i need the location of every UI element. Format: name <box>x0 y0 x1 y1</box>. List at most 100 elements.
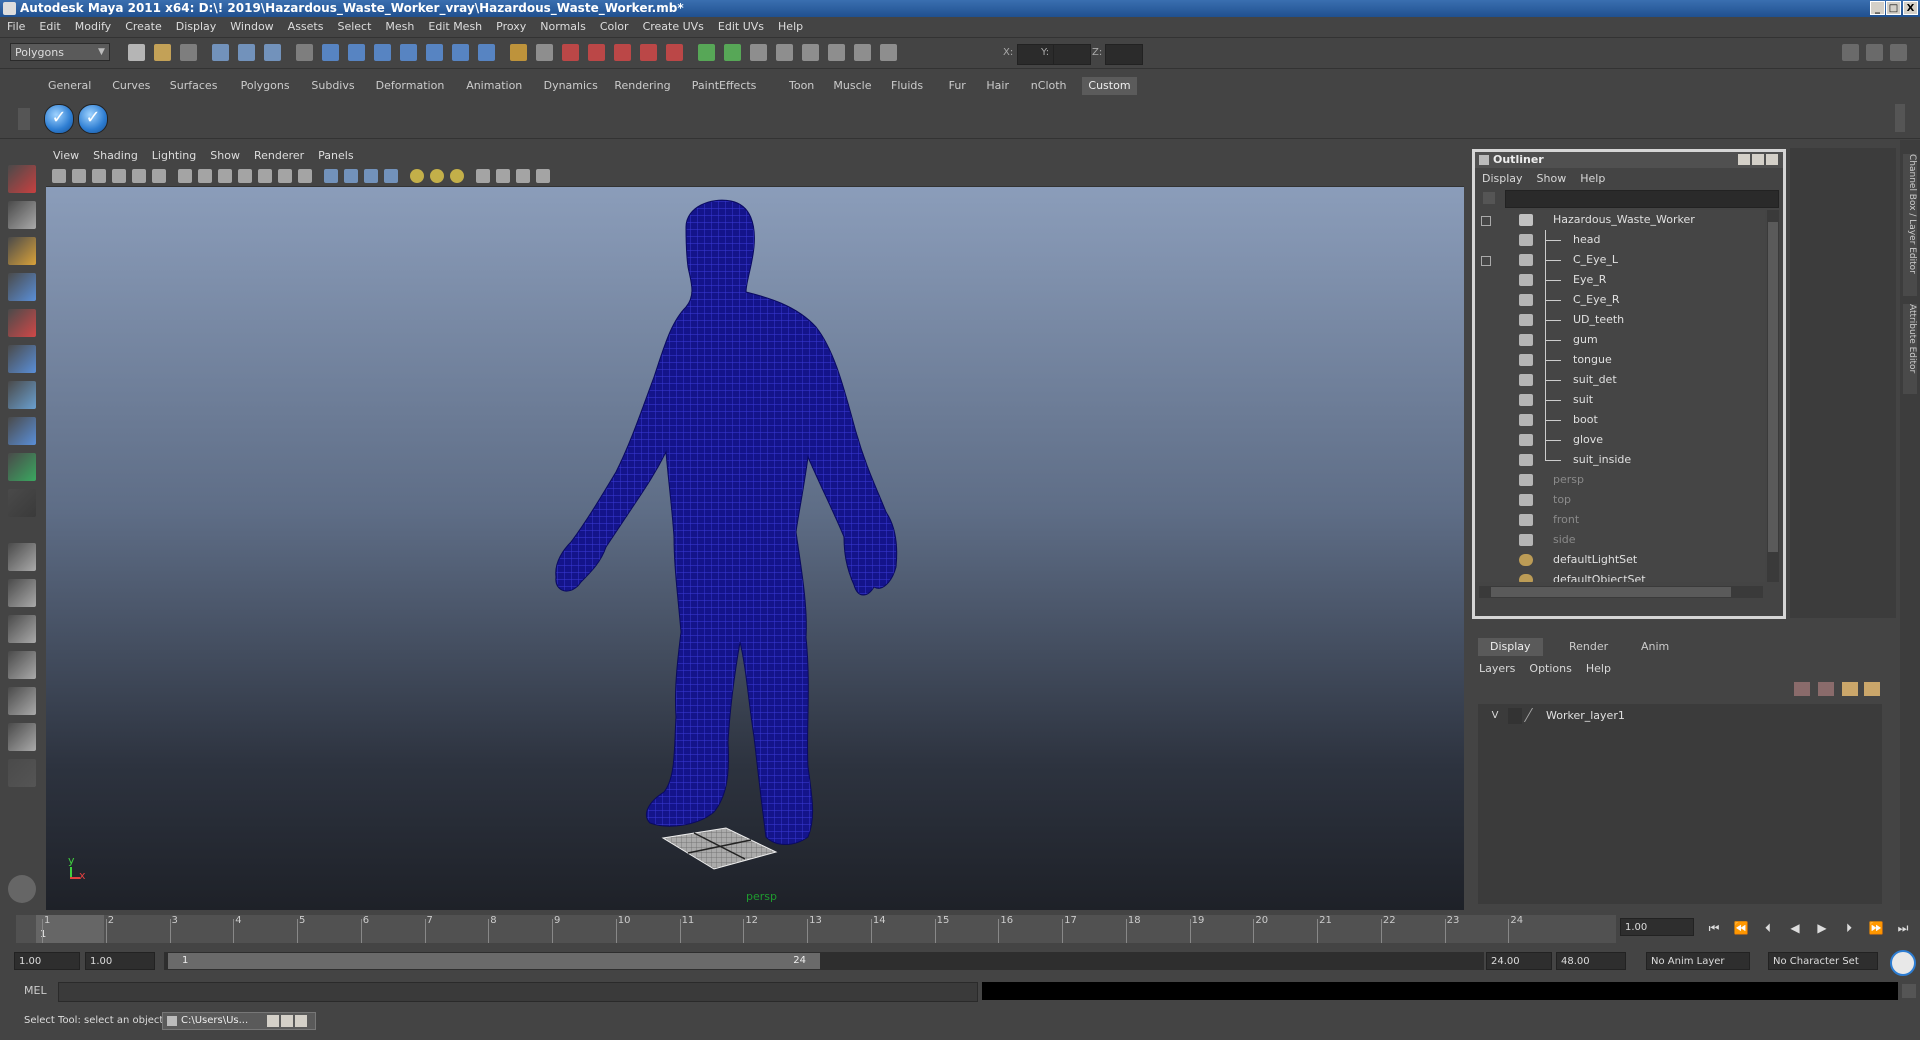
outliner-item-top[interactable]: top <box>1475 490 1765 510</box>
outliner-item-eye-r[interactable]: Eye_R <box>1475 270 1765 290</box>
last-tool-icon[interactable] <box>8 453 36 481</box>
menu-proxy[interactable]: Proxy <box>489 17 533 37</box>
outliner-item-defaultobjectset[interactable]: defaultObjectSet <box>1475 570 1765 582</box>
layer-type-toggle[interactable] <box>1508 708 1522 724</box>
layer-menu-help[interactable]: Help <box>1579 660 1618 678</box>
outliner-filter-field[interactable] <box>1505 190 1779 208</box>
channel-box-toggle-icon[interactable] <box>1866 44 1883 61</box>
2d-pan-icon[interactable] <box>132 169 146 183</box>
taskbar-maximize-button[interactable] <box>281 1015 293 1027</box>
outliner-item-tongue[interactable]: tongue <box>1475 350 1765 370</box>
outliner-menu-help[interactable]: Help <box>1573 170 1612 188</box>
select-hierarchy-icon[interactable] <box>212 44 229 61</box>
collapse-toggle[interactable] <box>1481 216 1491 226</box>
step-back-frame-icon[interactable]: ⏴ <box>1758 920 1778 936</box>
misc-mask-icon[interactable] <box>510 44 527 61</box>
x-field[interactable] <box>1017 44 1055 65</box>
surface-mask-icon[interactable] <box>400 44 417 61</box>
handle-mask-icon[interactable] <box>322 44 339 61</box>
step-forward-key-icon[interactable]: ⏩ <box>1866 920 1886 936</box>
image-plane-icon[interactable] <box>112 169 126 183</box>
viewport-scene[interactable]: persp y x <box>46 187 1464 910</box>
paint-select-icon[interactable] <box>8 237 36 265</box>
layer-tab-anim[interactable]: Anim <box>1629 638 1681 656</box>
safe-title-icon[interactable] <box>298 169 312 183</box>
taskbar-minimize-button[interactable] <box>267 1015 279 1027</box>
y-field[interactable] <box>1053 44 1091 65</box>
shelf-tab-surfaces[interactable]: Surfaces <box>164 77 224 95</box>
menu-modify[interactable]: Modify <box>68 17 118 37</box>
maximize-button[interactable]: □ <box>1886 1 1901 15</box>
outliner-menu-show[interactable]: Show <box>1530 170 1574 188</box>
new-scene-icon[interactable] <box>128 44 145 61</box>
shelf-tab-fluids[interactable]: Fluids <box>885 77 929 95</box>
shelf-tab-dynamics[interactable]: Dynamics <box>538 77 604 95</box>
shelf-tab-custom[interactable]: Custom <box>1082 77 1137 95</box>
move-tool-icon[interactable] <box>8 273 36 301</box>
viewport-menu-shading[interactable]: Shading <box>86 146 145 166</box>
wireframe-figure[interactable] <box>46 187 1464 910</box>
snap-point-icon[interactable] <box>588 44 605 61</box>
layer-visibility-toggle[interactable]: V <box>1488 708 1502 724</box>
menu-help[interactable]: Help <box>771 17 810 37</box>
menu-mesh[interactable]: Mesh <box>378 17 421 37</box>
outliner-close-button[interactable] <box>1766 154 1778 165</box>
snap-grid-icon[interactable] <box>536 44 553 61</box>
shelf-tab-deformation[interactable]: Deformation <box>370 77 451 95</box>
menu-select[interactable]: Select <box>330 17 378 37</box>
grid-icon[interactable] <box>178 169 192 183</box>
minimize-button[interactable]: _ <box>1870 1 1885 15</box>
outliner-item-hazardous-waste-worker[interactable]: Hazardous_Waste_Worker <box>1475 210 1765 230</box>
snap-plane-icon[interactable] <box>614 44 631 61</box>
joint-mask-icon[interactable] <box>348 44 365 61</box>
construction-history-icon[interactable] <box>802 44 819 61</box>
render-mask-icon[interactable] <box>478 44 495 61</box>
viewport-menu-show[interactable]: Show <box>203 146 247 166</box>
four-pane-icon[interactable] <box>8 579 36 607</box>
layout-icon[interactable] <box>1842 44 1859 61</box>
curve-mask-icon[interactable] <box>374 44 391 61</box>
shelf-tab-fur[interactable]: Fur <box>943 77 972 95</box>
outliner-item-suit[interactable]: suit <box>1475 390 1765 410</box>
menu-create-uvs[interactable]: Create UVs <box>636 17 711 37</box>
outliner-layout-icon[interactable] <box>8 615 36 643</box>
outliner-item-suit-inside[interactable]: suit_inside <box>1475 450 1765 470</box>
field-chart-icon[interactable] <box>258 169 272 183</box>
step-back-key-icon[interactable]: ⏪ <box>1731 920 1751 936</box>
z-field[interactable] <box>1105 44 1143 65</box>
outliner-item-c-eye-l[interactable]: C_Eye_L <box>1475 250 1765 270</box>
smooth-shade-icon[interactable] <box>344 169 358 183</box>
outliner-item-head[interactable]: head <box>1475 230 1765 250</box>
menu-window[interactable]: Window <box>223 17 280 37</box>
viewport-menu-view[interactable]: View <box>46 146 86 166</box>
use-all-lights-icon[interactable] <box>410 169 424 183</box>
shelf-tab-curves[interactable]: Curves <box>106 77 156 95</box>
layer-menu-options[interactable]: Options <box>1522 660 1578 678</box>
shelf-tab-rendering[interactable]: Rendering <box>608 77 676 95</box>
lock-icon[interactable] <box>296 44 313 61</box>
expand-toggle[interactable] <box>1481 256 1491 266</box>
history-icon[interactable] <box>666 44 683 61</box>
select-camera-icon[interactable] <box>52 169 66 183</box>
layer-tab-display[interactable]: Display <box>1478 638 1543 656</box>
lasso-tool-icon[interactable] <box>8 201 36 229</box>
grease-pencil-icon[interactable] <box>152 169 166 183</box>
viewport-menu-renderer[interactable]: Renderer <box>247 146 311 166</box>
auto-key-icon[interactable] <box>1890 950 1916 976</box>
select-tool-icon[interactable] <box>8 165 36 193</box>
snap-curve-icon[interactable] <box>562 44 579 61</box>
camera-icon[interactable] <box>828 44 845 61</box>
outliner-item-gum[interactable]: gum <box>1475 330 1765 350</box>
menu-edit[interactable]: Edit <box>32 17 67 37</box>
menu-edit-mesh[interactable]: Edit Mesh <box>421 17 489 37</box>
output-icon[interactable] <box>880 44 897 61</box>
hypershade-icon[interactable] <box>776 44 793 61</box>
shelf-tab-muscle[interactable]: Muscle <box>827 77 877 95</box>
shelf-tab-painteffects[interactable]: PaintEffects <box>686 77 763 95</box>
input-icon[interactable] <box>854 44 871 61</box>
menu-set-select[interactable]: Polygons <box>10 43 110 61</box>
character-set-select[interactable]: No Character Set <box>1768 952 1878 970</box>
deform-mask-icon[interactable] <box>426 44 443 61</box>
menu-file[interactable]: File <box>0 17 32 37</box>
outliner-horizontal-scrollbar[interactable] <box>1479 586 1763 598</box>
